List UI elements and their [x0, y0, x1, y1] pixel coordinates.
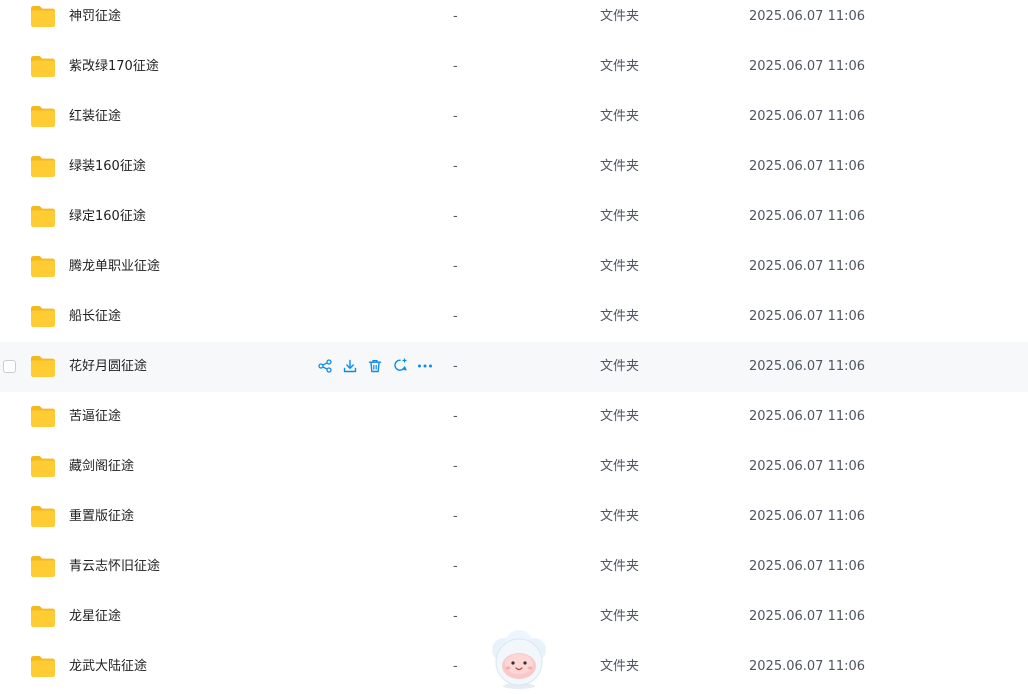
share-button[interactable] [316, 358, 334, 376]
file-size: - [453, 659, 458, 674]
file-name[interactable]: 绿装160征途 [69, 142, 146, 192]
modified-date: 2025.06.07 11:06 [749, 559, 866, 574]
file-type: 文件夹 [600, 59, 640, 74]
file-size: - [453, 509, 458, 524]
file-size: - [453, 159, 458, 174]
folder-icon [30, 555, 56, 578]
file-size: - [453, 209, 458, 224]
mascot-icon[interactable] [486, 628, 552, 690]
modified-date: 2025.06.07 11:06 [749, 409, 866, 424]
table-row[interactable]: 船长征途 - 文件夹 2025.06.07 11:06 [0, 292, 1028, 342]
file-type: 文件夹 [600, 459, 640, 474]
trash-button[interactable] [366, 358, 384, 376]
table-row[interactable]: 红装征途 - 文件夹 2025.06.07 11:06 [0, 92, 1028, 142]
modified-date: 2025.06.07 11:06 [749, 309, 866, 324]
file-type: 文件夹 [600, 509, 640, 524]
modified-date: 2025.06.07 11:06 [749, 209, 866, 224]
file-name[interactable]: 神罚征途 [69, 0, 121, 42]
file-name[interactable]: 绿定160征途 [69, 192, 146, 242]
file-type: 文件夹 [600, 359, 640, 374]
table-row[interactable]: 腾龙单职业征途 - 文件夹 2025.06.07 11:06 [0, 242, 1028, 292]
folder-icon [30, 605, 56, 628]
ai-chat-icon [393, 357, 408, 377]
file-type: 文件夹 [600, 559, 640, 574]
table-row[interactable]: 重置版征途 - 文件夹 2025.06.07 11:06 [0, 492, 1028, 542]
folder-icon [30, 405, 56, 428]
file-name[interactable]: 腾龙单职业征途 [69, 242, 160, 292]
folder-icon [30, 5, 56, 28]
file-name[interactable]: 龙武大陆征途 [69, 642, 147, 692]
file-size: - [453, 9, 458, 24]
file-size: - [453, 109, 458, 124]
folder-icon [30, 255, 56, 278]
ai-chat-button[interactable] [391, 357, 409, 377]
modified-date: 2025.06.07 11:06 [749, 59, 866, 74]
file-size: - [453, 59, 458, 74]
table-row[interactable]: 青云志怀旧征途 - 文件夹 2025.06.07 11:06 [0, 542, 1028, 592]
modified-date: 2025.06.07 11:06 [749, 109, 866, 124]
table-row[interactable]: 藏剑阁征途 - 文件夹 2025.06.07 11:06 [0, 442, 1028, 492]
table-row[interactable]: 花好月圆征途 - 文件夹 2025.06.07 11:06 [0, 342, 1028, 392]
modified-date: 2025.06.07 11:06 [749, 159, 866, 174]
file-type: 文件夹 [600, 309, 640, 324]
file-type: 文件夹 [600, 159, 640, 174]
modified-date: 2025.06.07 11:06 [749, 659, 866, 674]
file-type: 文件夹 [600, 259, 640, 274]
folder-icon [30, 355, 56, 378]
modified-date: 2025.06.07 11:06 [749, 609, 866, 624]
file-type: 文件夹 [600, 109, 640, 124]
file-name[interactable]: 藏剑阁征途 [69, 442, 134, 492]
file-size: - [453, 309, 458, 324]
table-row[interactable]: 绿装160征途 - 文件夹 2025.06.07 11:06 [0, 142, 1028, 192]
file-type: 文件夹 [600, 9, 640, 24]
file-list: 神罚征途 - 文件夹 2025.06.07 11:06 紫改绿170征途 - 文件夹 2025… [0, 0, 1028, 692]
download-button[interactable] [341, 358, 359, 376]
row-actions [316, 357, 434, 377]
file-size: - [453, 259, 458, 274]
file-size: - [453, 409, 458, 424]
file-size: - [453, 559, 458, 574]
modified-date: 2025.06.07 11:06 [749, 459, 866, 474]
trash-icon [368, 358, 382, 377]
table-row[interactable]: 绿定160征途 - 文件夹 2025.06.07 11:06 [0, 192, 1028, 242]
file-size: - [453, 459, 458, 474]
more-button[interactable] [416, 358, 434, 376]
file-type: 文件夹 [600, 209, 640, 224]
table-row[interactable]: 神罚征途 - 文件夹 2025.06.07 11:06 [0, 0, 1028, 42]
file-type: 文件夹 [600, 659, 640, 674]
file-name[interactable]: 苦逼征途 [69, 392, 121, 442]
file-type: 文件夹 [600, 609, 640, 624]
file-size: - [453, 359, 458, 374]
modified-date: 2025.06.07 11:06 [749, 509, 866, 524]
folder-icon [30, 305, 56, 328]
folder-icon [30, 205, 56, 228]
table-row[interactable]: 紫改绿170征途 - 文件夹 2025.06.07 11:06 [0, 42, 1028, 92]
folder-icon [30, 55, 56, 78]
file-name[interactable]: 青云志怀旧征途 [69, 542, 160, 592]
table-row[interactable]: 苦逼征途 - 文件夹 2025.06.07 11:06 [0, 392, 1028, 442]
folder-icon [30, 455, 56, 478]
row-checkbox[interactable] [3, 360, 16, 373]
file-name[interactable]: 船长征途 [69, 292, 121, 342]
file-name[interactable]: 红装征途 [69, 92, 121, 142]
modified-date: 2025.06.07 11:06 [749, 259, 866, 274]
more-icon [417, 358, 433, 377]
download-icon [343, 358, 357, 377]
file-type: 文件夹 [600, 409, 640, 424]
file-name[interactable]: 龙星征途 [69, 592, 121, 642]
modified-date: 2025.06.07 11:06 [749, 359, 866, 374]
file-name[interactable]: 花好月圆征途 [69, 342, 147, 392]
folder-icon [30, 505, 56, 528]
file-name[interactable]: 紫改绿170征途 [69, 42, 159, 92]
modified-date: 2025.06.07 11:06 [749, 9, 866, 24]
file-size: - [453, 609, 458, 624]
share-icon [318, 358, 332, 377]
folder-icon [30, 655, 56, 678]
file-name[interactable]: 重置版征途 [69, 492, 134, 542]
folder-icon [30, 155, 56, 178]
folder-icon [30, 105, 56, 128]
